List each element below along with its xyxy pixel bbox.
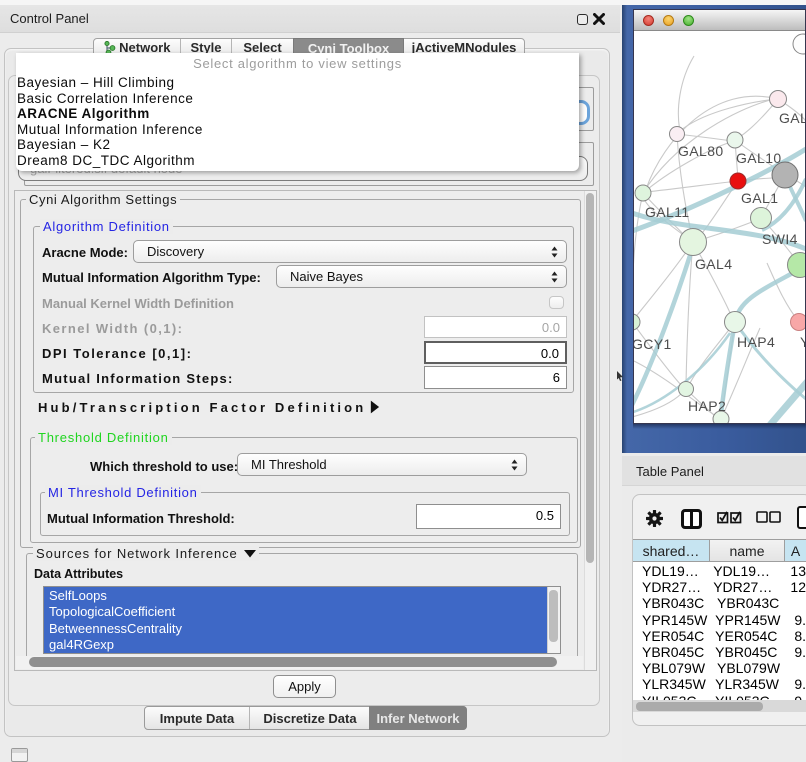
svg-text:HAP4: HAP4 (737, 334, 775, 350)
svg-text:Y: Y (800, 334, 805, 350)
svg-text:SWI4: SWI4 (762, 231, 798, 247)
svg-text:GCY1: GCY1 (634, 336, 672, 352)
svg-text:GAL1: GAL1 (741, 190, 778, 206)
svg-text:HAP2: HAP2 (688, 398, 726, 414)
svg-text:GAL7: GAL7 (779, 110, 805, 126)
svg-text:GAL10: GAL10 (736, 150, 782, 166)
svg-text:GAL11: GAL11 (645, 204, 690, 220)
svg-text:GAL80: GAL80 (678, 143, 724, 159)
svg-text:GAL4: GAL4 (695, 256, 732, 272)
